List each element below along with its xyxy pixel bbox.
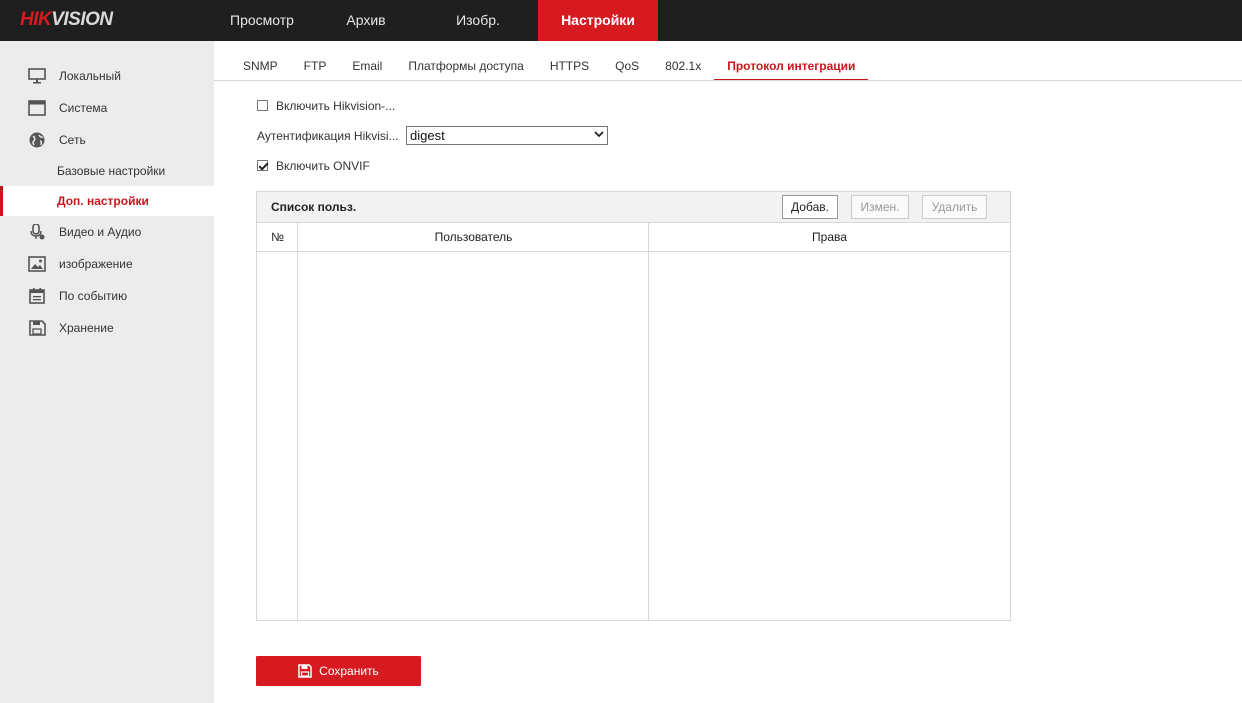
enable-onvif-label: Включить ONVIF: [276, 159, 370, 173]
sidebar-item-advanced-settings[interactable]: Доп. настройки: [0, 186, 214, 216]
tab-access-platform[interactable]: Платформы доступа: [395, 52, 536, 81]
logo-text-hik: HIK: [20, 9, 52, 30]
logo-text-vision: VISION: [51, 9, 113, 30]
top-navigation: Просмотр Архив Изобр. Настройки: [210, 0, 658, 41]
sidebar-item-label: Сеть: [59, 133, 86, 147]
nav-configuration[interactable]: Настройки: [538, 0, 658, 41]
tab-snmp[interactable]: SNMP: [230, 52, 291, 81]
auth-select[interactable]: digest: [406, 126, 608, 145]
table-divider: [648, 223, 649, 620]
top-bar: HIKVISION Просмотр Архив Изобр. Настройк…: [0, 0, 1242, 41]
nav-playback[interactable]: Архив: [314, 0, 418, 41]
sidebar-item-label: Доп. настройки: [57, 194, 149, 208]
hikvision-logo: HIKVISION: [20, 9, 113, 31]
tab-ftp[interactable]: FTP: [291, 52, 340, 81]
image-icon: [28, 256, 46, 272]
sidebar: Локальный Система Сеть Базовые настройки…: [0, 41, 214, 703]
tab-email[interactable]: Email: [339, 52, 395, 81]
user-list-title: Список польз.: [271, 200, 357, 214]
sidebar-item-label: Система: [59, 101, 108, 115]
sidebar-item-basic-settings[interactable]: Базовые настройки: [0, 156, 214, 186]
enable-onvif-checkbox[interactable]: [257, 160, 268, 171]
tab-qos[interactable]: QoS: [602, 52, 652, 81]
sidebar-item-storage[interactable]: Хранение: [0, 312, 214, 344]
column-number: №: [271, 230, 284, 244]
nav-live-view[interactable]: Просмотр: [210, 0, 314, 41]
enable-hikvision-row: Включить Hikvision-...: [257, 99, 395, 113]
column-user: Пользователь: [434, 230, 513, 244]
sidebar-item-local[interactable]: Локальный: [0, 60, 214, 92]
event-icon: [29, 288, 45, 304]
save-icon: [298, 664, 312, 678]
nav-picture[interactable]: Изобр.: [418, 0, 538, 41]
microphone-icon: [30, 224, 45, 240]
sidebar-item-network[interactable]: Сеть: [0, 124, 214, 156]
storage-icon: [29, 320, 46, 336]
monitor-icon: [28, 68, 46, 84]
sidebar-item-image[interactable]: изображение: [0, 248, 214, 280]
add-user-button[interactable]: Добав.: [782, 195, 838, 219]
tab-8021x[interactable]: 802.1x: [652, 52, 714, 81]
sidebar-item-label: Видео и Аудио: [59, 225, 142, 239]
sidebar-item-label: Базовые настройки: [57, 164, 166, 178]
user-list-panel: Список польз. Добав. Измен. Удалить № По…: [256, 191, 1011, 621]
settings-tabs: SNMP FTP Email Платформы доступа HTTPS Q…: [230, 52, 869, 81]
save-button-label: Сохранить: [319, 664, 379, 678]
tabs-divider: [214, 80, 1242, 81]
enable-hikvision-label: Включить Hikvision-...: [276, 99, 396, 113]
sidebar-item-label: По событию: [59, 289, 128, 303]
sidebar-item-label: Хранение: [59, 321, 114, 335]
enable-onvif-row: Включить ONVIF: [257, 159, 370, 173]
auth-label: Аутентификация Hikvisi...: [257, 129, 399, 143]
sidebar-item-video-audio[interactable]: Видео и Аудио: [0, 216, 214, 248]
chevron-down-icon: [594, 131, 604, 138]
column-rights: Права: [812, 230, 847, 244]
edit-user-button[interactable]: Измен.: [851, 195, 909, 219]
globe-icon: [29, 132, 45, 148]
user-list-header: Список польз. Добав. Измен. Удалить: [257, 192, 1010, 223]
enable-hikvision-checkbox[interactable]: [257, 100, 268, 111]
sidebar-item-label: Локальный: [59, 69, 121, 83]
table-divider: [297, 223, 298, 620]
sidebar-item-label: изображение: [59, 257, 133, 271]
sidebar-item-system[interactable]: Система: [0, 92, 214, 124]
save-button[interactable]: Сохранить: [256, 656, 421, 686]
tab-integration-protocol[interactable]: Протокол интеграции: [714, 52, 869, 81]
delete-user-button[interactable]: Удалить: [922, 195, 987, 219]
auth-select-value: digest: [410, 128, 445, 143]
system-icon: [28, 100, 46, 116]
tab-https[interactable]: HTTPS: [537, 52, 602, 81]
sidebar-item-event[interactable]: По событию: [0, 280, 214, 312]
user-table-header: № Пользователь Права: [257, 223, 1010, 252]
